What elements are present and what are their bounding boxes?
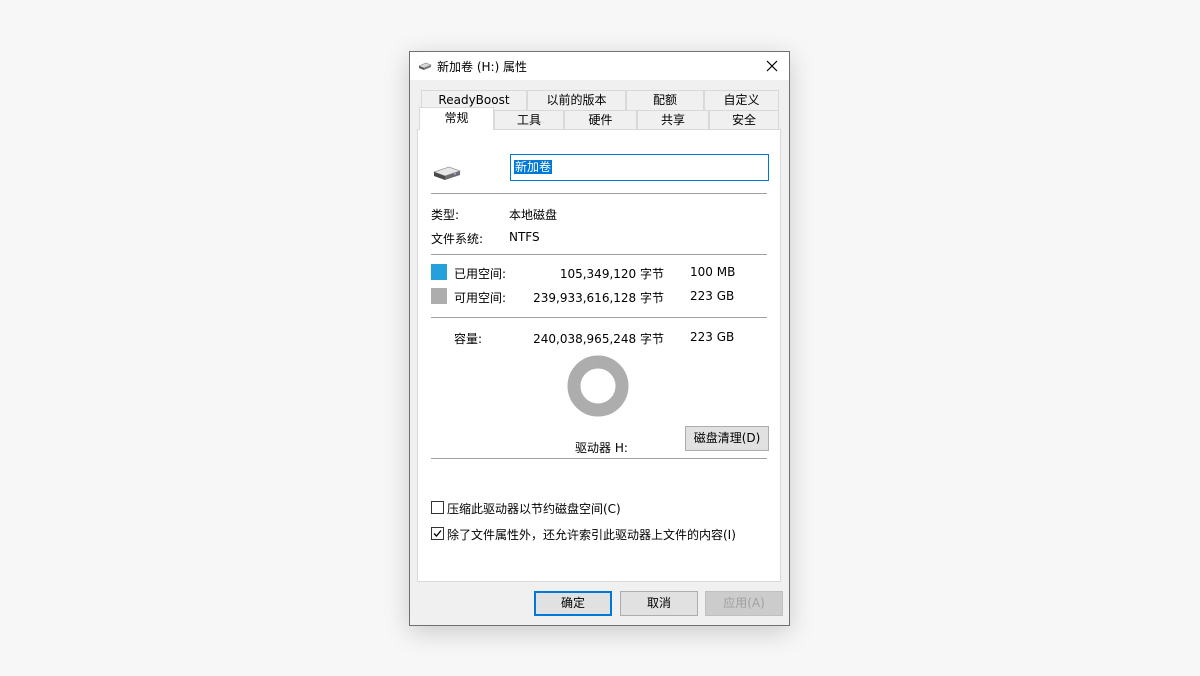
filesystem-value: NTFS: [509, 230, 540, 244]
tab-hardware[interactable]: 硬件: [564, 110, 637, 130]
type-label: 类型:: [431, 208, 460, 222]
free-space-size: 223 GB: [690, 289, 735, 303]
drive-icon: [418, 62, 432, 70]
divider: [431, 317, 767, 319]
title-bar[interactable]: 新加卷 (H:) 属性: [410, 52, 789, 80]
disk-cleanup-button[interactable]: 磁盘清理(D): [685, 426, 769, 451]
window-title: 新加卷 (H:) 属性: [437, 60, 528, 74]
type-value: 本地磁盘: [509, 208, 558, 222]
close-icon: [766, 60, 778, 72]
divider: [431, 193, 767, 195]
index-checkbox[interactable]: [431, 527, 444, 540]
used-space-swatch: [431, 264, 447, 280]
tab-tools[interactable]: 工具: [494, 110, 564, 130]
used-space-size: 100 MB: [690, 265, 736, 279]
capacity-label: 容量:: [454, 332, 483, 346]
drive-letter-label: 驱动器 H:: [575, 441, 628, 455]
tab-quota[interactable]: 配额: [626, 90, 704, 110]
free-space-swatch: [431, 288, 447, 304]
capacity-size: 223 GB: [690, 330, 735, 344]
checkmark-icon: [433, 530, 442, 537]
compress-label[interactable]: 压缩此驱动器以节约磁盘空间(C): [447, 500, 621, 517]
volume-name-input[interactable]: 新加卷: [510, 154, 769, 181]
used-space-label: 已用空间:: [454, 267, 507, 281]
compress-checkbox[interactable]: [431, 501, 444, 514]
tab-security[interactable]: 安全: [709, 110, 779, 130]
used-space-bytes: 105,349,120 字节: [559, 267, 664, 281]
free-space-label: 可用空间:: [454, 291, 507, 305]
volume-name-text: 新加卷: [514, 160, 553, 174]
tab-general[interactable]: 常规: [419, 107, 494, 130]
tab-previous-versions[interactable]: 以前的版本: [527, 90, 626, 110]
index-label[interactable]: 除了文件属性外，还允许索引此驱动器上文件的内容(I): [447, 526, 736, 543]
general-panel: 新加卷 类型: 本地磁盘 文件系统: NTFS 已用空间: 105,349,12…: [417, 129, 781, 582]
cancel-button[interactable]: 取消: [620, 591, 698, 616]
usage-donut-chart: [567, 355, 629, 417]
tab-sharing[interactable]: 共享: [637, 110, 709, 130]
capacity-bytes: 240,038,965,248 字节: [533, 332, 664, 346]
free-space-ring: [567, 355, 629, 417]
drive-icon: [432, 166, 462, 180]
filesystem-label: 文件系统:: [431, 232, 484, 246]
close-button[interactable]: [755, 52, 789, 80]
properties-dialog: 新加卷 (H:) 属性 ReadyBoost 以前的版本 配额 自定义 常规 工…: [409, 51, 790, 626]
free-space-bytes: 239,933,616,128 字节: [533, 291, 664, 305]
divider: [431, 254, 767, 256]
apply-button[interactable]: 应用(A): [705, 591, 783, 616]
ok-button[interactable]: 确定: [534, 591, 612, 616]
divider: [431, 458, 767, 460]
tab-customize[interactable]: 自定义: [704, 90, 779, 110]
